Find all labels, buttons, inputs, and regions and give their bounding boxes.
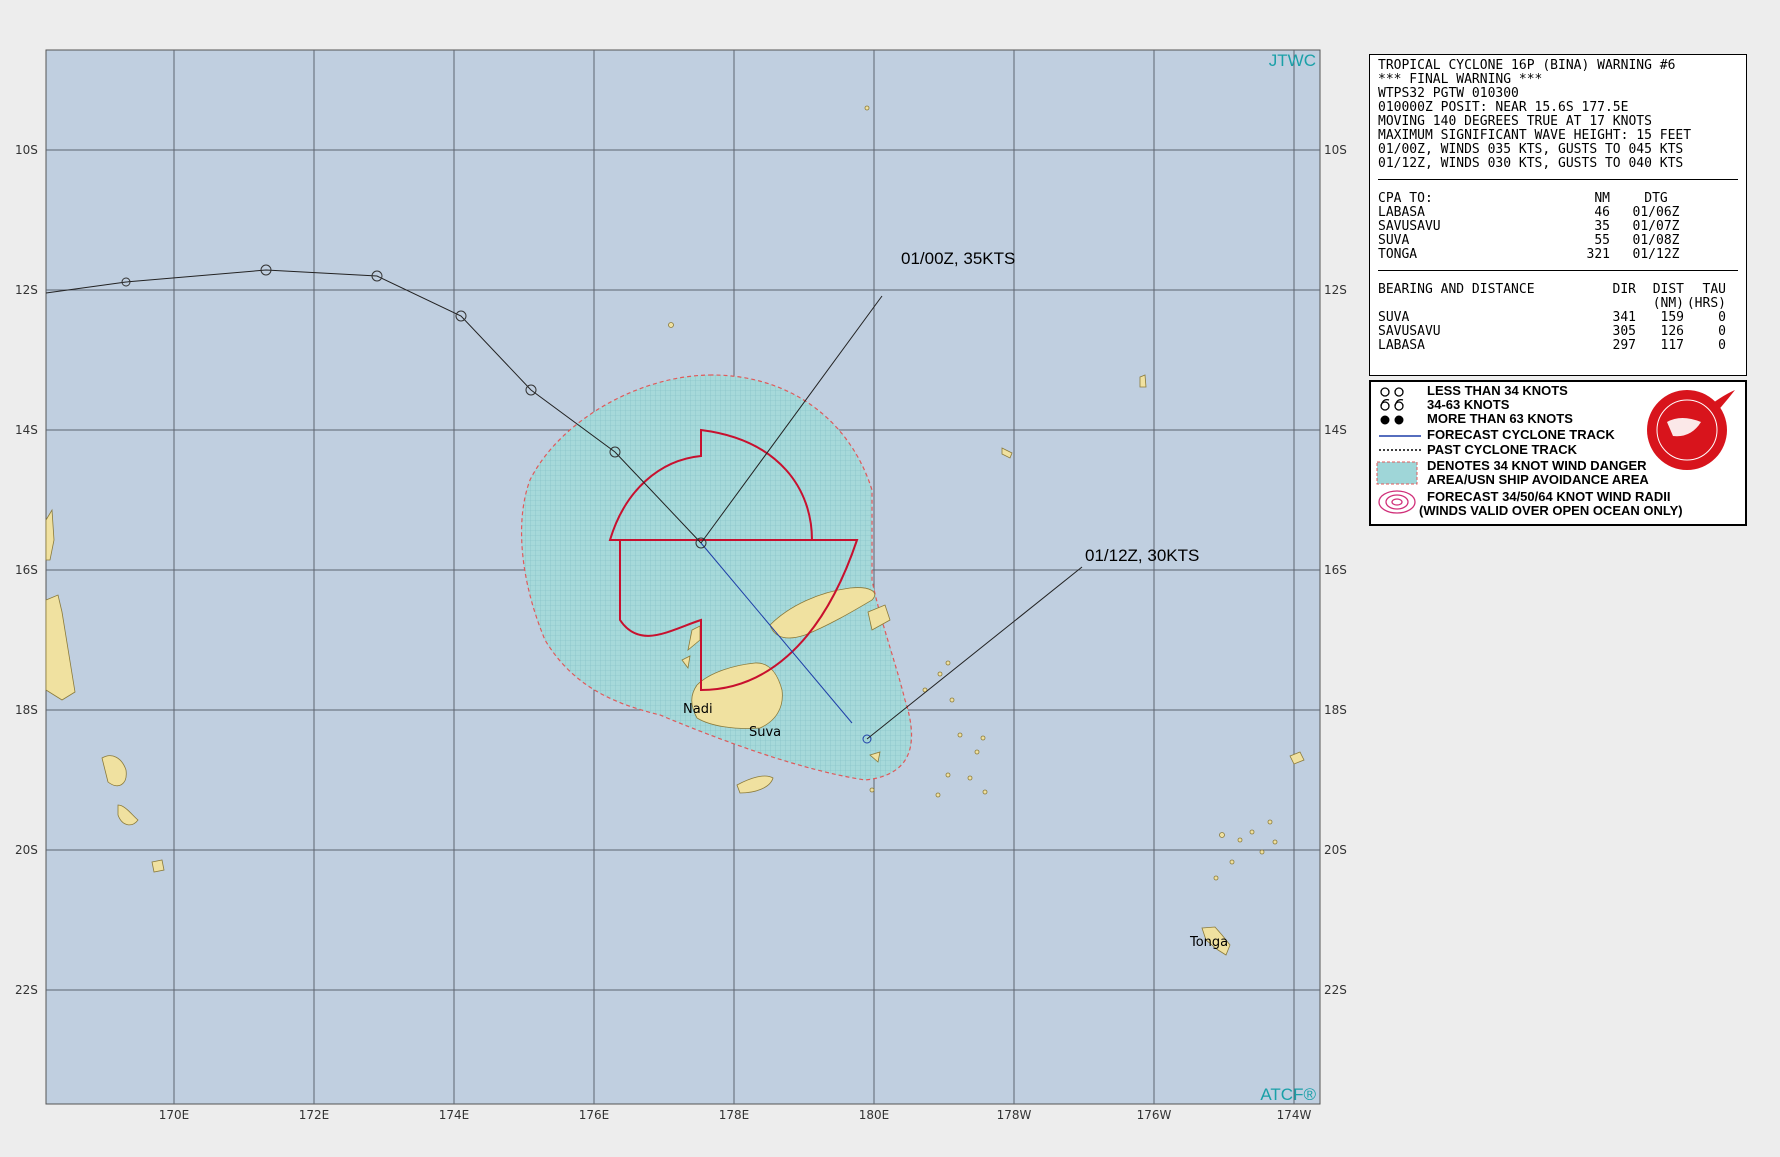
legend-item: 34-63 KNOTS: [1427, 397, 1510, 412]
cpa-row: SUVA 55 01/08Z: [1378, 233, 1680, 248]
cpa-header: CPA TO: NM DTG: [1378, 191, 1668, 206]
cpa-row: LABASA 46 01/06Z: [1378, 205, 1680, 220]
legend-item: MORE THAN 63 KNOTS: [1427, 411, 1573, 426]
lat-label: 22S: [1324, 983, 1347, 997]
legend-item: AREA/USN SHIP AVOIDANCE AREA: [1427, 472, 1649, 487]
lat-label: 22S: [15, 983, 38, 997]
cpa-row: TONGA 321 01/12Z: [1378, 247, 1680, 262]
lon-label: 174W: [1277, 1108, 1312, 1122]
less-than-34-knots-icon: [1380, 387, 1404, 397]
bearing-header: (NM) (HRS): [1652, 296, 1726, 311]
place-label-suva: Suva: [749, 725, 781, 740]
lat-label: 10S: [15, 143, 38, 157]
lat-label: 18S: [1324, 703, 1347, 717]
jtwc-credit: JTWC: [1269, 51, 1316, 70]
legend-item: FORECAST 34/50/64 KNOT WIND RADII: [1427, 489, 1671, 504]
lat-label: 10S: [1324, 143, 1347, 157]
bearing-row: SUVA 341 159 0: [1378, 310, 1726, 325]
warning-line: *** FINAL WARNING ***: [1378, 72, 1543, 87]
warning-line: TROPICAL CYCLONE 16P (BINA) WARNING #6: [1378, 58, 1676, 73]
lat-label: 16S: [1324, 563, 1347, 577]
cpa-row: SAVUSAVU 35 01/07Z: [1378, 219, 1680, 234]
bearing-header: BEARING AND DISTANCE DIR DIST TAU: [1378, 282, 1726, 297]
lon-label: 172E: [299, 1108, 330, 1122]
warning-text-panel: TROPICAL CYCLONE 16P (BINA) WARNING #6 *…: [1369, 54, 1747, 376]
warning-line: 010000Z POSIT: NEAR 15.6S 177.5E: [1378, 100, 1629, 115]
legend-panel: LESS THAN 34 KNOTS 34-63 KNOTS MORE THAN…: [1369, 380, 1747, 526]
legend-item: FORECAST CYCLONE TRACK: [1427, 427, 1615, 442]
lon-label: 170E: [159, 1108, 190, 1122]
warning-line: WTPS32 PGTW 010300: [1378, 86, 1519, 101]
warning-line: 01/12Z, WINDS 030 KTS, GUSTS TO 040 KTS: [1378, 156, 1684, 171]
wind-radii-icon: [1378, 490, 1416, 514]
lat-label: 20S: [1324, 843, 1347, 857]
warning-line: MAXIMUM SIGNIFICANT WAVE HEIGHT: 15 FEET: [1378, 128, 1692, 143]
more-than-63-knots-icon: [1380, 415, 1404, 425]
joint-typhoon-warning-center-seal: [1647, 390, 1735, 470]
place-label-nadi: Nadi: [683, 702, 713, 717]
lat-label: 14S: [15, 423, 38, 437]
divider: [1378, 270, 1738, 271]
lat-label: 20S: [15, 843, 38, 857]
annotation-current: 01/00Z, 35KTS: [901, 249, 1015, 268]
island-north: [1139, 374, 1147, 388]
34-63-knots-icon: [1380, 398, 1404, 411]
lat-label: 12S: [15, 283, 38, 297]
danger-area-icon: [1376, 461, 1418, 485]
lon-label: 180E: [859, 1108, 890, 1122]
lon-label: 178E: [719, 1108, 750, 1122]
bearing-row: SAVUSAVU 305 126 0: [1378, 324, 1726, 339]
lon-label: 178W: [997, 1108, 1032, 1122]
lon-label: 176E: [579, 1108, 610, 1122]
legend-item: DENOTES 34 KNOT WIND DANGER: [1427, 458, 1647, 473]
lat-label: 18S: [15, 703, 38, 717]
lat-label: 12S: [1324, 283, 1347, 297]
annotation-forecast: 01/12Z, 30KTS: [1085, 546, 1199, 565]
lat-label: 16S: [15, 563, 38, 577]
vanuatu-5: [151, 859, 165, 873]
divider: [1378, 179, 1738, 180]
warning-line: MOVING 140 DEGREES TRUE AT 17 KNOTS: [1378, 114, 1652, 129]
bearing-row: LABASA 297 117 0: [1378, 338, 1726, 353]
lat-label: 14S: [1324, 423, 1347, 437]
lon-label: 174E: [439, 1108, 470, 1122]
atcf-credit: ATCF®: [1260, 1085, 1316, 1104]
legend-item: PAST CYCLONE TRACK: [1427, 442, 1577, 457]
lon-label: 176W: [1137, 1108, 1172, 1122]
legend-item: (WINDS VALID OVER OPEN OCEAN ONLY): [1419, 503, 1683, 518]
place-label-tonga: Tonga: [1189, 935, 1228, 950]
warning-line: 01/00Z, WINDS 035 KTS, GUSTS TO 045 KTS: [1378, 142, 1684, 157]
legend-item: LESS THAN 34 KNOTS: [1427, 383, 1568, 398]
